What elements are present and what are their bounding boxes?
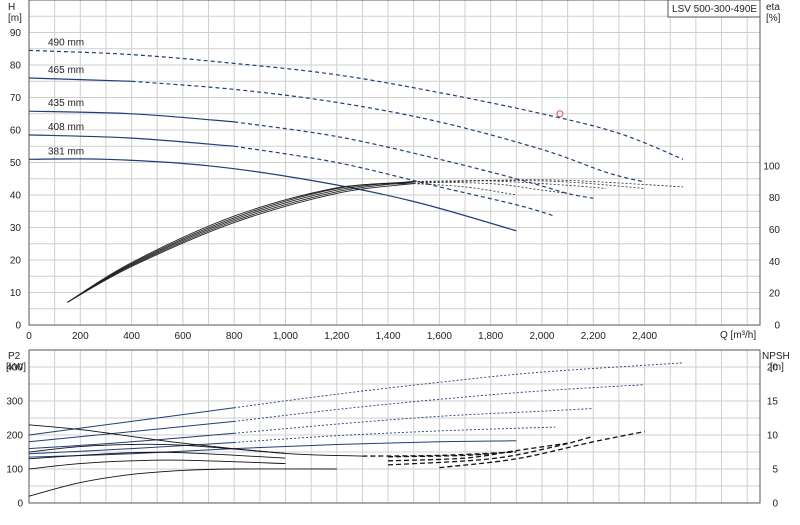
npsh-tick-label: 5 [772, 465, 778, 476]
x-tick-label: 2,200 [581, 331, 606, 342]
x-tick-label: 400 [123, 331, 140, 342]
p2-tick-label: 200 [6, 431, 23, 442]
impeller-diameter-label: 435 mm [48, 98, 84, 109]
head-plot-grid: 0 200 400 600 800 1,000 1,200 1,400 1,600 1,800 2,… [10, 0, 781, 342]
x-tick-label: 600 [175, 331, 192, 342]
eta-tick-label: 100 [763, 161, 780, 172]
head-axis-label: H [8, 2, 15, 13]
efficiency-curve-dashed [413, 179, 645, 189]
head-axis-unit: [m] [8, 13, 22, 24]
h-tick-label: 20 [10, 256, 22, 267]
eta-tick-label: 20 [769, 289, 781, 300]
eta-tick-label: 40 [769, 257, 781, 268]
impeller-diameter-label: 381 mm [48, 146, 84, 157]
h-tick-label: 0 [15, 321, 21, 332]
power-plot-frame [28, 349, 761, 504]
eta-axis-unit: [%] [766, 13, 781, 24]
pump-model-label: LSV 500-300-490E [672, 4, 757, 15]
x-tick-label: 2,400 [632, 331, 657, 342]
power-axis-label: P2 [8, 351, 21, 362]
efficiency-curve-solid [67, 181, 414, 303]
axis-labels: H [m] eta [%] Q [m³/h] P2 [kW] NPSH [m] [6, 2, 790, 373]
power-plot-curves [28, 362, 684, 497]
impeller-diameter-label: 408 mm [48, 122, 84, 133]
npsh-axis-unit: [m] [770, 362, 784, 373]
npsh-tick-label: 15 [767, 397, 779, 408]
npsh-tick-label: 0 [772, 499, 778, 510]
h-tick-label: 80 [10, 61, 22, 72]
x-tick-label: 1,200 [324, 331, 349, 342]
eta-tick-label: 80 [769, 193, 781, 204]
h-tick-label: 30 [10, 223, 22, 234]
impeller-diameter-label: 490 mm [48, 37, 84, 48]
h-tick-label: 90 [10, 28, 22, 39]
x-tick-label: 2,000 [529, 331, 554, 342]
head-curve-dashed [28, 49, 684, 160]
npsh-tick-label: 10 [767, 431, 779, 442]
impeller-diameter-label: 465 mm [48, 65, 84, 76]
flow-axis-label: Q [m³/h] [720, 330, 756, 341]
chart-canvas: 0 200 400 600 800 1,000 1,200 1,400 1,600 1,800 2,… [6, 0, 790, 510]
h-tick-label: 40 [10, 191, 22, 202]
x-tick-label: 1,000 [273, 331, 298, 342]
x-tick-label: 0 [26, 331, 32, 342]
efficiency-curve-solid [67, 181, 414, 303]
power-axis-unit: [kW] [6, 362, 26, 373]
p2-tick-label: 100 [6, 465, 23, 476]
power-plot-grid: 010020030040005101520 [6, 349, 779, 510]
efficiency-curve-solid [67, 183, 414, 303]
h-tick-label: 50 [10, 158, 22, 169]
x-tick-label: 1,800 [478, 331, 503, 342]
efficiency-curve-solid [67, 180, 414, 303]
p2-tick-label: 0 [17, 499, 23, 510]
eta-tick-label: 0 [774, 321, 780, 332]
head-plot-curves: 490 mm 465 mm 435 mm 408 mm 381 mm [28, 37, 684, 303]
h-tick-label: 60 [10, 126, 22, 137]
title-box: LSV 500-300-490E [667, 0, 761, 18]
p2-tick-label: 300 [6, 397, 23, 408]
h-tick-label: 70 [10, 93, 22, 104]
x-tick-label: 800 [226, 331, 243, 342]
eta-tick-label: 60 [769, 225, 781, 236]
h-tick-label: 10 [10, 288, 22, 299]
pump-curve-chart: 0 200 400 600 800 1,000 1,200 1,400 1,600 1,800 2,… [0, 0, 800, 520]
npsh-axis-label: NPSH [762, 351, 790, 362]
x-tick-label: 1,600 [427, 331, 452, 342]
efficiency-curve-solid [67, 183, 414, 303]
x-tick-label: 200 [72, 331, 89, 342]
eta-axis-label: eta [766, 2, 780, 13]
x-tick-label: 1,400 [376, 331, 401, 342]
